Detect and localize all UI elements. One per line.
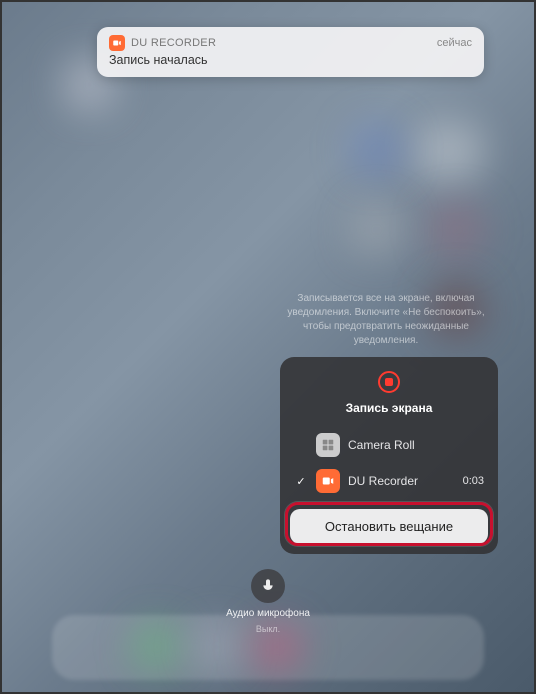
- du-recorder-app-icon: [109, 35, 125, 51]
- recording-indicator-dot: [385, 378, 393, 386]
- recording-hint-text: Записывается все на экране, включая увед…: [276, 292, 496, 348]
- checkmark-icon: ✓: [294, 475, 308, 488]
- microphone-icon: [260, 578, 276, 594]
- target-label: DU Recorder: [348, 474, 455, 488]
- screen-recording-panel: Запись экрана Camera Roll ✓ DU Recorder …: [280, 357, 498, 554]
- broadcast-target-du-recorder[interactable]: ✓ DU Recorder 0:03: [280, 463, 498, 499]
- microphone-control: Аудио микрофона Выкл.: [2, 569, 534, 634]
- bg-blob: [429, 202, 484, 257]
- panel-title: Запись экрана: [280, 401, 498, 415]
- broadcast-target-camera-roll[interactable]: Camera Roll: [280, 427, 498, 463]
- notification-app-name: DU RECORDER: [131, 37, 216, 49]
- recording-indicator-icon[interactable]: [378, 371, 400, 393]
- recording-duration: 0:03: [463, 475, 484, 487]
- notification-timestamp: сейчас: [437, 37, 472, 49]
- target-label: Camera Roll: [348, 438, 484, 452]
- microphone-toggle-button[interactable]: [251, 569, 285, 603]
- stop-broadcast-button[interactable]: Остановить вещание: [290, 509, 488, 544]
- microphone-label: Аудио микрофона: [226, 608, 310, 619]
- bg-blob: [414, 122, 484, 182]
- notification-header: DU RECORDER сейчас: [109, 35, 472, 51]
- bg-blob: [349, 202, 404, 257]
- camera-roll-icon: [316, 433, 340, 457]
- microphone-status: Выкл.: [256, 624, 280, 634]
- notification-banner[interactable]: DU RECORDER сейчас Запись началась: [97, 27, 484, 77]
- du-recorder-icon: [316, 469, 340, 493]
- bg-blob: [349, 122, 404, 177]
- notification-message: Запись началась: [109, 53, 472, 67]
